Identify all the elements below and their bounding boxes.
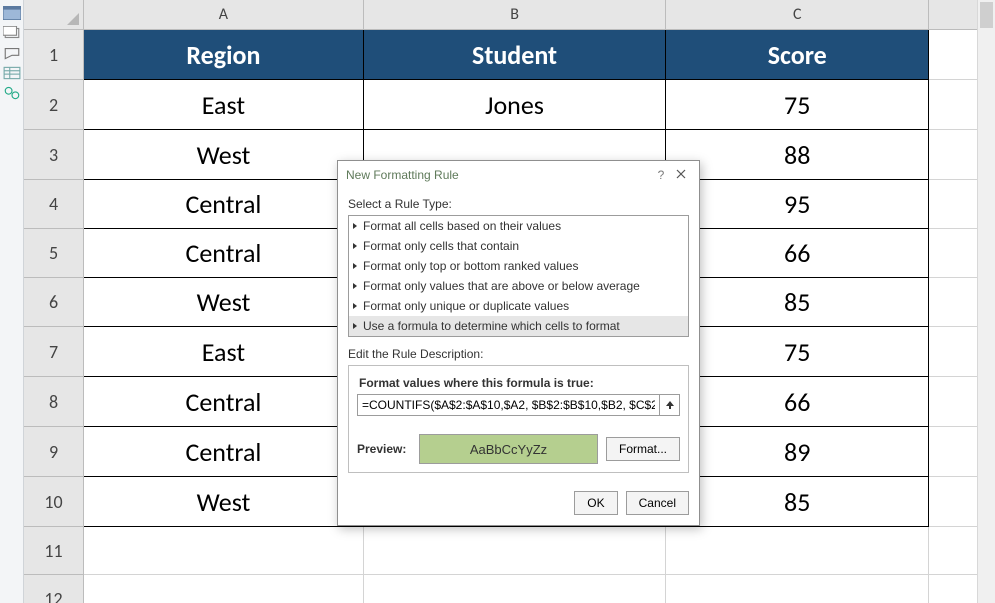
cell-C3[interactable]: 88 <box>666 130 929 180</box>
cell-C10[interactable]: 85 <box>666 477 929 527</box>
cell-B12[interactable] <box>364 575 666 603</box>
dialog-body: Select a Rule Type: Format all cells bas… <box>338 189 699 483</box>
cell-A12[interactable] <box>84 575 364 603</box>
row-header-1[interactable]: 1 <box>24 30 84 80</box>
cell-C2[interactable]: 75 <box>666 80 929 130</box>
dialog-title: New Formatting Rule <box>346 168 651 182</box>
row-header-8[interactable]: 8 <box>24 377 84 427</box>
cell-A8[interactable]: Central <box>84 377 364 427</box>
row-header-6[interactable]: 6 <box>24 278 84 327</box>
toolbar-icon-5[interactable] <box>3 86 21 100</box>
row-headers: 123456789101112 <box>24 30 84 603</box>
rule-type-list[interactable]: Format all cells based on their valuesFo… <box>348 215 689 337</box>
toolbar-icon-2[interactable] <box>3 26 21 40</box>
column-headers: A B C <box>84 0 995 30</box>
rule-type-item[interactable]: Format only cells that contain <box>349 236 688 256</box>
col-header-B[interactable]: B <box>364 0 666 30</box>
formula-input-wrap <box>357 394 680 416</box>
cell-C1[interactable]: Score <box>666 30 929 80</box>
cell-A3[interactable]: West <box>84 130 364 180</box>
rule-type-item[interactable]: Use a formula to determine which cells t… <box>349 316 688 336</box>
range-selector-icon[interactable] <box>659 395 679 415</box>
format-button[interactable]: Format... <box>606 437 680 461</box>
row-header-4[interactable]: 4 <box>24 180 84 229</box>
toolbar-icon-4[interactable] <box>3 66 21 80</box>
cell-C7[interactable]: 75 <box>666 327 929 377</box>
cell-B2[interactable]: Jones <box>364 80 666 130</box>
app-root: { "columns": { "A": "A", "B": "B", "C": … <box>0 0 995 603</box>
scrollbar-thumb[interactable] <box>980 2 993 28</box>
toolbar-icon-3[interactable] <box>3 46 21 60</box>
row-header-2[interactable]: 2 <box>24 80 84 130</box>
cell-A11[interactable] <box>84 527 364 575</box>
row-header-10[interactable]: 10 <box>24 477 84 527</box>
cell-A4[interactable]: Central <box>84 180 364 229</box>
edit-rule-description-label: Edit the Rule Description: <box>348 347 689 361</box>
dialog-titlebar[interactable]: New Formatting Rule ? <box>338 161 699 189</box>
preview-sample-box: AaBbCcYyZz <box>419 434 598 464</box>
cell-C5[interactable]: 66 <box>666 229 929 278</box>
dialog-footer: OK Cancel <box>338 483 699 525</box>
preview-label: Preview: <box>357 442 411 456</box>
help-icon[interactable]: ? <box>651 168 671 182</box>
formula-input[interactable] <box>358 398 659 412</box>
cancel-button[interactable]: Cancel <box>626 491 689 515</box>
cell-A10[interactable]: West <box>84 477 364 527</box>
new-formatting-rule-dialog: New Formatting Rule ? Select a Rule Type… <box>337 160 700 526</box>
cell-A6[interactable]: West <box>84 278 364 327</box>
cell-C8[interactable]: 66 <box>666 377 929 427</box>
row-header-11[interactable]: 11 <box>24 527 84 575</box>
rule-type-item[interactable]: Format all cells based on their values <box>349 216 688 236</box>
row-header-12[interactable]: 12 <box>24 575 84 603</box>
cell-C12[interactable] <box>666 575 929 603</box>
row-header-5[interactable]: 5 <box>24 229 84 278</box>
cell-C9[interactable]: 89 <box>666 427 929 477</box>
cell-A9[interactable]: Central <box>84 427 364 477</box>
cell-B11[interactable] <box>364 527 666 575</box>
col-header-C[interactable]: C <box>666 0 929 30</box>
rule-type-item[interactable]: Format only top or bottom ranked values <box>349 256 688 276</box>
toolbar-icon-1[interactable] <box>3 6 21 20</box>
vertical-scrollbar[interactable] <box>977 0 995 603</box>
cell-C6[interactable]: 85 <box>666 278 929 327</box>
side-toolbar <box>0 0 24 603</box>
close-icon[interactable] <box>671 168 691 182</box>
rule-type-item[interactable]: Format only unique or duplicate values <box>349 296 688 316</box>
cell-A2[interactable]: East <box>84 80 364 130</box>
ok-button[interactable]: OK <box>574 491 617 515</box>
row-header-3[interactable]: 3 <box>24 130 84 180</box>
cell-B1[interactable]: Student <box>364 30 666 80</box>
row-header-7[interactable]: 7 <box>24 327 84 377</box>
cell-C11[interactable] <box>666 527 929 575</box>
select-rule-type-label: Select a Rule Type: <box>348 197 689 211</box>
cell-C4[interactable]: 95 <box>666 180 929 229</box>
cell-A7[interactable]: East <box>84 327 364 377</box>
select-all-corner[interactable] <box>24 0 84 30</box>
cell-A5[interactable]: Central <box>84 229 364 278</box>
row-header-9[interactable]: 9 <box>24 427 84 477</box>
col-header-A[interactable]: A <box>84 0 364 30</box>
formula-label: Format values where this formula is true… <box>357 370 680 394</box>
cell-A1[interactable]: Region <box>84 30 364 80</box>
rule-type-item[interactable]: Format only values that are above or bel… <box>349 276 688 296</box>
